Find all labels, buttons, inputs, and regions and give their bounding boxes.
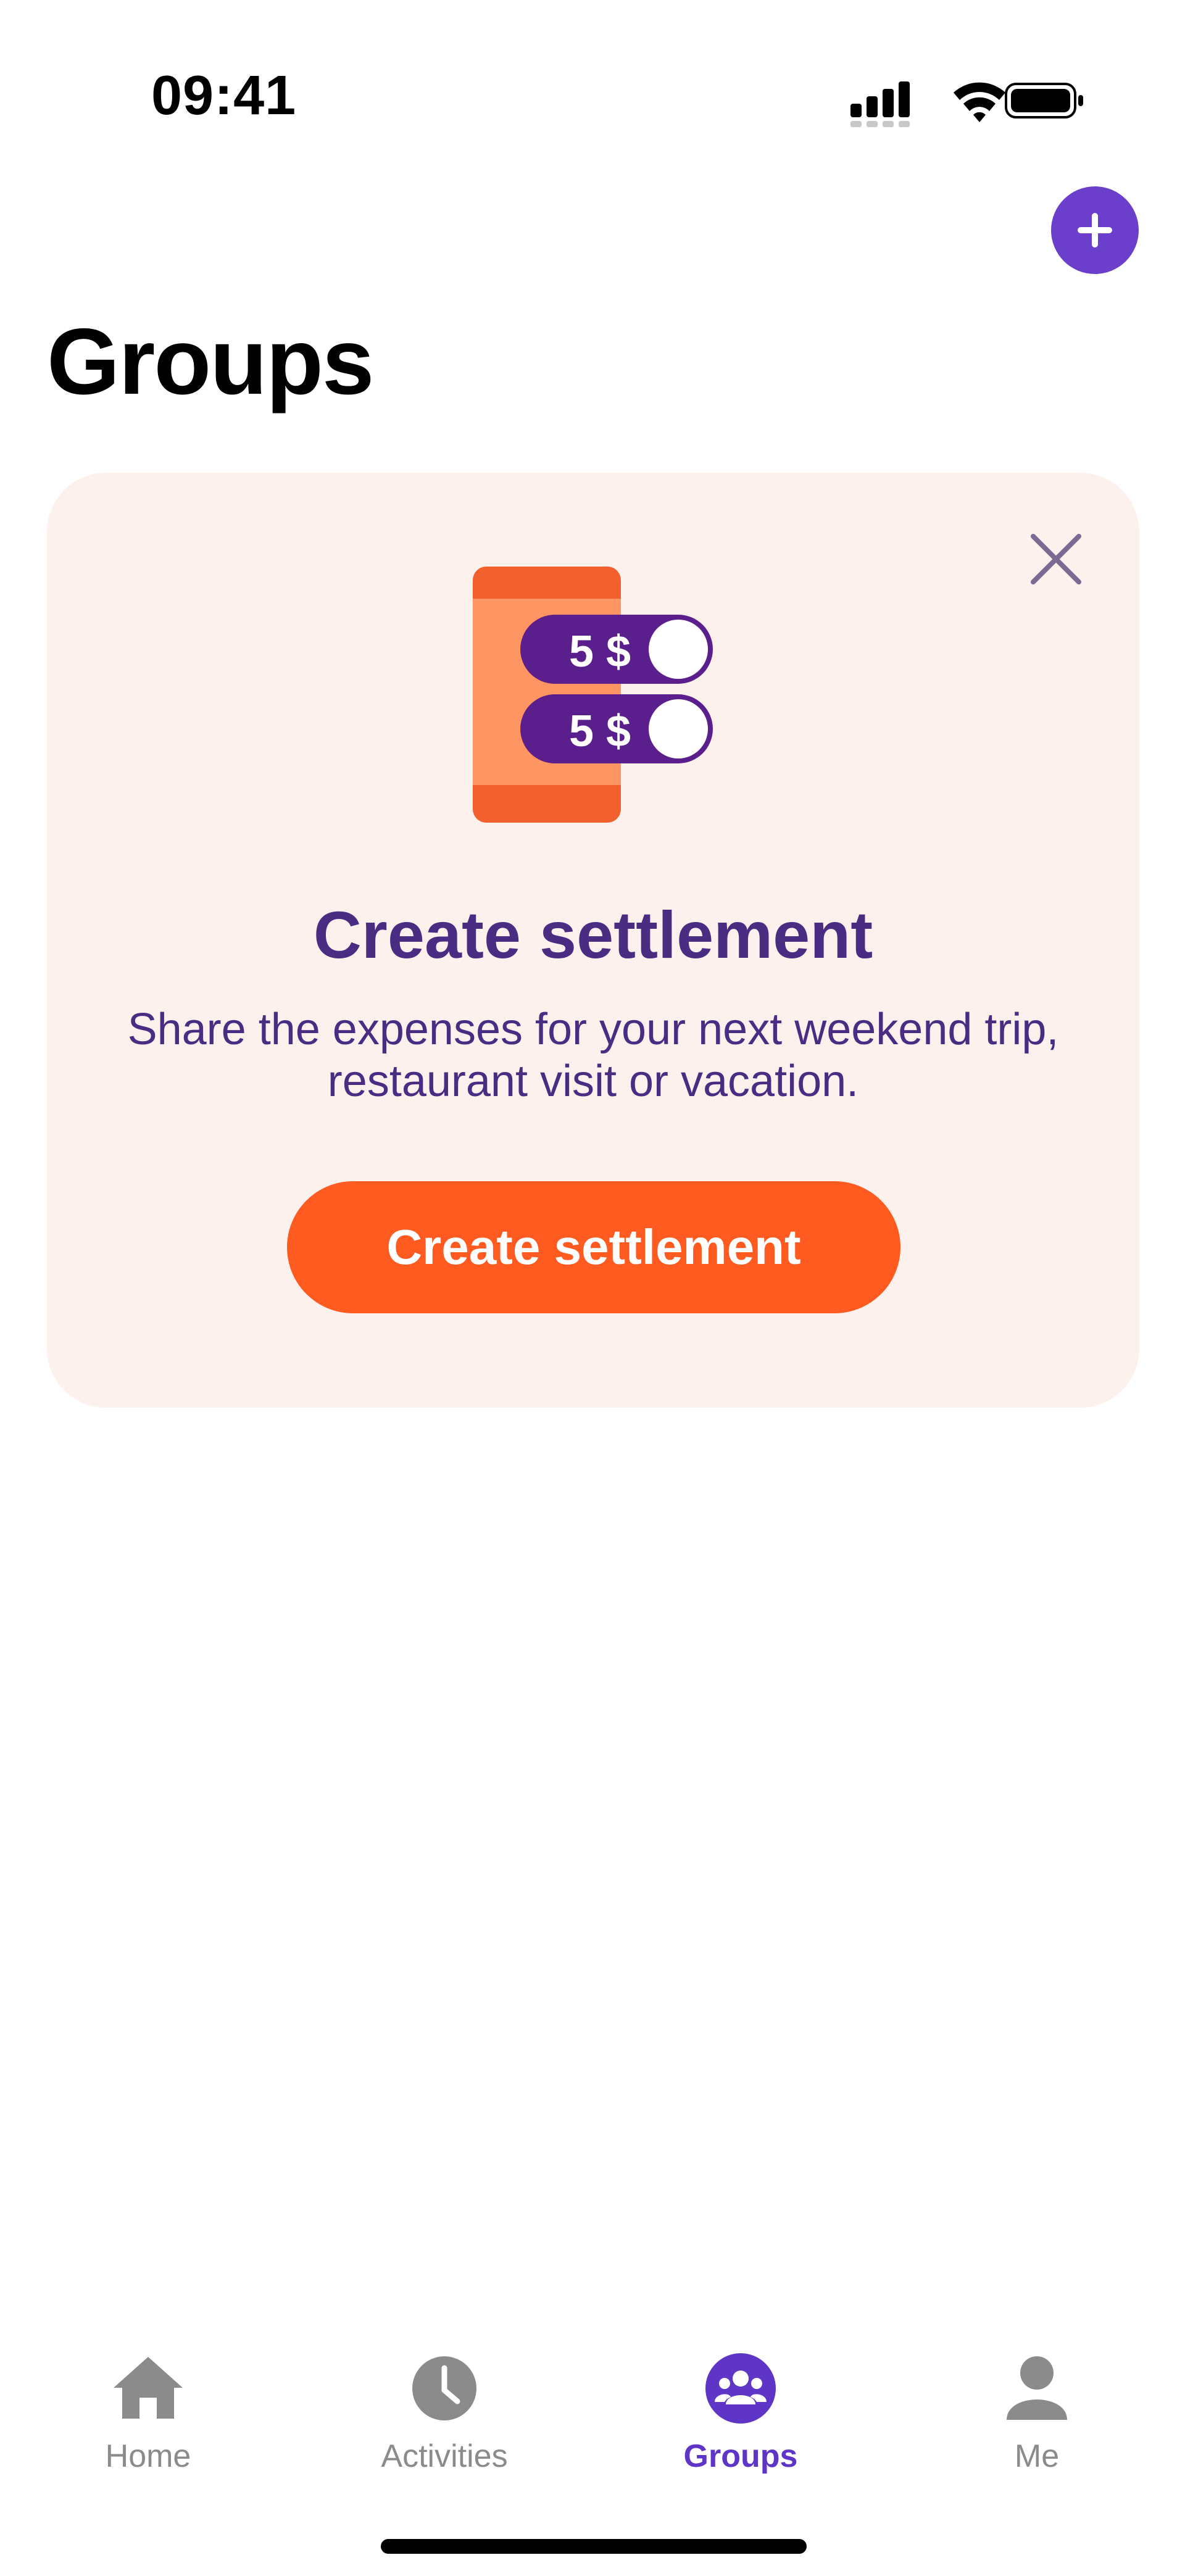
create-settlement-button[interactable]: Create settlement xyxy=(287,1181,900,1313)
clock-icon xyxy=(407,2351,481,2425)
tab-label-me: Me xyxy=(1014,2438,1060,2474)
wifi-icon xyxy=(954,82,1005,122)
status-time: 09:41 xyxy=(151,65,297,127)
tab-label-groups: Groups xyxy=(683,2438,798,2474)
tab-activities[interactable]: Activities xyxy=(296,2339,592,2499)
person-icon xyxy=(1000,2351,1074,2425)
status-icons xyxy=(846,68,1086,130)
close-card-button[interactable] xyxy=(1019,522,1093,596)
settlement-illustration: 5 $ 5 $ xyxy=(473,567,720,826)
page-title: Groups xyxy=(47,309,374,414)
card-description: Share the expenses for your next weekend… xyxy=(127,1005,1059,1106)
cellular-signal-icon xyxy=(850,81,910,127)
tab-bar: Home Activities Groups Me xyxy=(0,2339,1185,2499)
card-title: Create settlement xyxy=(313,897,873,972)
plus-icon xyxy=(1078,213,1112,247)
tab-label-home: Home xyxy=(105,2438,191,2474)
tab-home[interactable]: Home xyxy=(0,2339,296,2499)
tab-label-activities: Activities xyxy=(381,2438,508,2474)
tab-me[interactable]: Me xyxy=(889,2339,1185,2499)
amount-label-1: 5 $ xyxy=(569,627,631,676)
groups-icon xyxy=(704,2351,778,2425)
home-icon xyxy=(111,2351,185,2425)
add-group-button[interactable] xyxy=(1051,186,1139,274)
battery-icon xyxy=(1005,83,1083,118)
tab-groups[interactable]: Groups xyxy=(592,2339,889,2499)
create-settlement-card: 5 $ 5 $ Create settlement Share the expe… xyxy=(47,473,1139,1408)
groups-screen: 09:41 Groups 5 $ 5 $ Create settlement S… xyxy=(0,0,1185,2576)
amount-label-2: 5 $ xyxy=(569,707,631,756)
home-indicator xyxy=(381,2539,807,2554)
close-icon xyxy=(1031,534,1081,584)
